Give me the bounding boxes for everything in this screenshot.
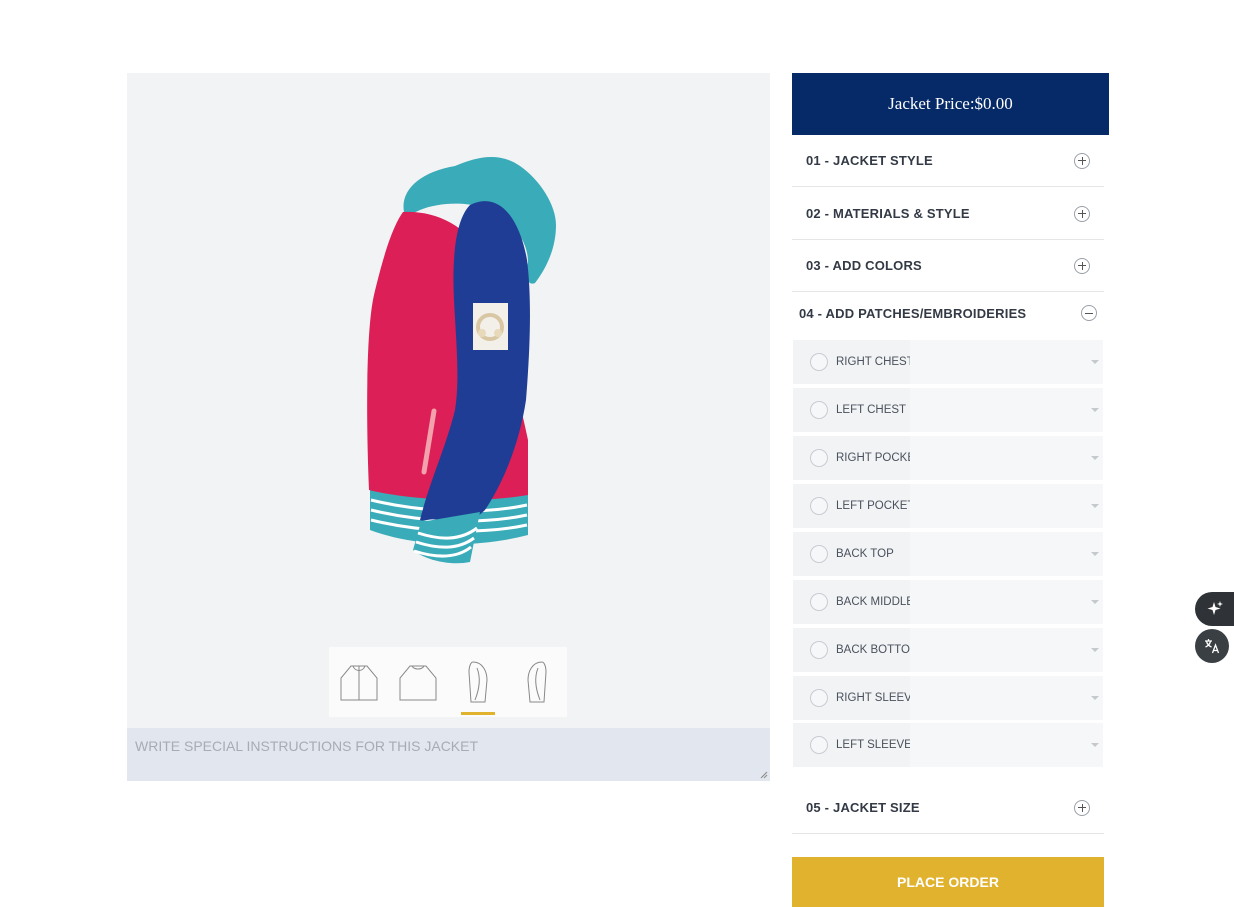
- section-jacket-style[interactable]: 01 - JACKET STYLE: [792, 135, 1104, 187]
- patch-label: LEFT CHEST: [836, 404, 907, 416]
- patch-select[interactable]: [910, 484, 1103, 528]
- patch-select[interactable]: [910, 628, 1103, 672]
- radio-button[interactable]: [810, 401, 828, 419]
- radio-button[interactable]: [810, 689, 828, 707]
- patch-option-right-pocket[interactable]: RIGHT POCKET: [793, 436, 1103, 480]
- translate-icon: [1205, 639, 1220, 654]
- patch-option-back-top[interactable]: BACK TOP: [793, 532, 1103, 576]
- jacket-side-view: [367, 156, 556, 564]
- resize-handle-icon[interactable]: [760, 771, 768, 779]
- radio-button[interactable]: [810, 545, 828, 563]
- patch-label: BACK MIDDLE: [836, 596, 914, 608]
- patch-option-back-bottom[interactable]: BACK BOTTOM: [793, 628, 1103, 672]
- patch-select[interactable]: [910, 580, 1103, 624]
- chevron-down-icon: [1091, 743, 1099, 747]
- chevron-down-icon: [1091, 456, 1099, 460]
- thumbnail-left-side-view[interactable]: [453, 652, 503, 715]
- patch-select[interactable]: [910, 436, 1103, 480]
- section-title: 03 - ADD COLORS: [806, 258, 922, 273]
- patch-select[interactable]: [910, 532, 1103, 576]
- sparkle-icon: [1207, 601, 1223, 615]
- patch-label: RIGHT SLEEVE: [836, 692, 920, 704]
- radio-button[interactable]: [810, 449, 828, 467]
- section-jacket-size[interactable]: 05 - JACKET SIZE: [792, 782, 1104, 834]
- patch-option-right-chest[interactable]: RIGHT CHEST: [793, 340, 1103, 384]
- patch-option-left-pocket[interactable]: LEFT POCKET: [793, 484, 1103, 528]
- patch-label: BACK BOTTOM: [836, 644, 920, 656]
- patch-option-back-middle[interactable]: BACK MIDDLE: [793, 580, 1103, 624]
- radio-button[interactable]: [810, 641, 828, 659]
- expand-plus-icon[interactable]: [1074, 205, 1090, 222]
- chevron-down-icon: [1091, 552, 1099, 556]
- expand-plus-icon[interactable]: [1074, 799, 1090, 816]
- section-title: 05 - JACKET SIZE: [806, 800, 920, 815]
- collapse-minus-icon[interactable]: [1081, 305, 1097, 321]
- chevron-down-icon: [1091, 648, 1099, 652]
- chevron-down-icon: [1091, 504, 1099, 508]
- jacket-preview-panel: [127, 73, 770, 781]
- jacket-front-icon: [340, 665, 378, 701]
- sleeve-patch-image: [473, 303, 508, 350]
- section-add-patches[interactable]: 04 - ADD PATCHES/EMBROIDERIES: [792, 292, 1104, 334]
- patch-option-left-chest[interactable]: LEFT CHEST: [793, 388, 1103, 432]
- translate-button[interactable]: [1195, 629, 1229, 663]
- chevron-down-icon: [1091, 600, 1099, 604]
- jacket-back-icon: [399, 665, 437, 701]
- jacket-left-side-icon: [468, 661, 488, 703]
- jacket-price-label: Jacket Price:$0.00: [888, 94, 1013, 113]
- section-title: 02 - MATERIALS & STYLE: [806, 206, 970, 221]
- chevron-down-icon: [1091, 696, 1099, 700]
- radio-button[interactable]: [810, 353, 828, 371]
- patch-label: LEFT SLEEVE: [836, 739, 912, 751]
- expand-plus-icon[interactable]: [1074, 152, 1090, 169]
- patch-label: LEFT POCKET: [836, 500, 915, 512]
- section-add-colors[interactable]: 03 - ADD COLORS: [792, 240, 1104, 292]
- expand-plus-icon[interactable]: [1074, 257, 1090, 274]
- radio-button[interactable]: [810, 497, 828, 515]
- patch-select[interactable]: [910, 340, 1103, 384]
- place-order-button[interactable]: PLACE ORDER: [792, 857, 1104, 907]
- patch-label: BACK TOP: [836, 548, 894, 560]
- thumbnail-front-view[interactable]: [334, 652, 384, 712]
- chevron-down-icon: [1091, 360, 1099, 364]
- chevron-down-icon: [1091, 408, 1099, 412]
- patch-label: RIGHT CHEST: [836, 356, 914, 368]
- patch-select[interactable]: [910, 388, 1103, 432]
- patch-option-left-sleeve[interactable]: LEFT SLEEVE: [793, 723, 1103, 767]
- thumbnail-right-side-view[interactable]: [512, 652, 562, 712]
- jacket-price-bar: Jacket Price:$0.00: [792, 73, 1109, 135]
- special-instructions-input[interactable]: [127, 728, 770, 781]
- jacket-right-side-icon: [527, 661, 547, 703]
- section-title: 04 - ADD PATCHES/EMBROIDERIES: [799, 305, 1027, 321]
- section-title: 01 - JACKET STYLE: [806, 153, 933, 168]
- patch-select[interactable]: [910, 676, 1103, 720]
- patch-select[interactable]: [910, 723, 1103, 767]
- patch-label: RIGHT POCKET: [836, 452, 923, 464]
- radio-button[interactable]: [810, 736, 828, 754]
- ai-assistant-button[interactable]: [1195, 592, 1234, 626]
- view-thumbnails: [329, 647, 567, 717]
- radio-button[interactable]: [810, 593, 828, 611]
- section-materials-style[interactable]: 02 - MATERIALS & STYLE: [792, 188, 1104, 240]
- thumbnail-back-view[interactable]: [393, 652, 443, 712]
- patch-option-right-sleeve[interactable]: RIGHT SLEEVE: [793, 676, 1103, 720]
